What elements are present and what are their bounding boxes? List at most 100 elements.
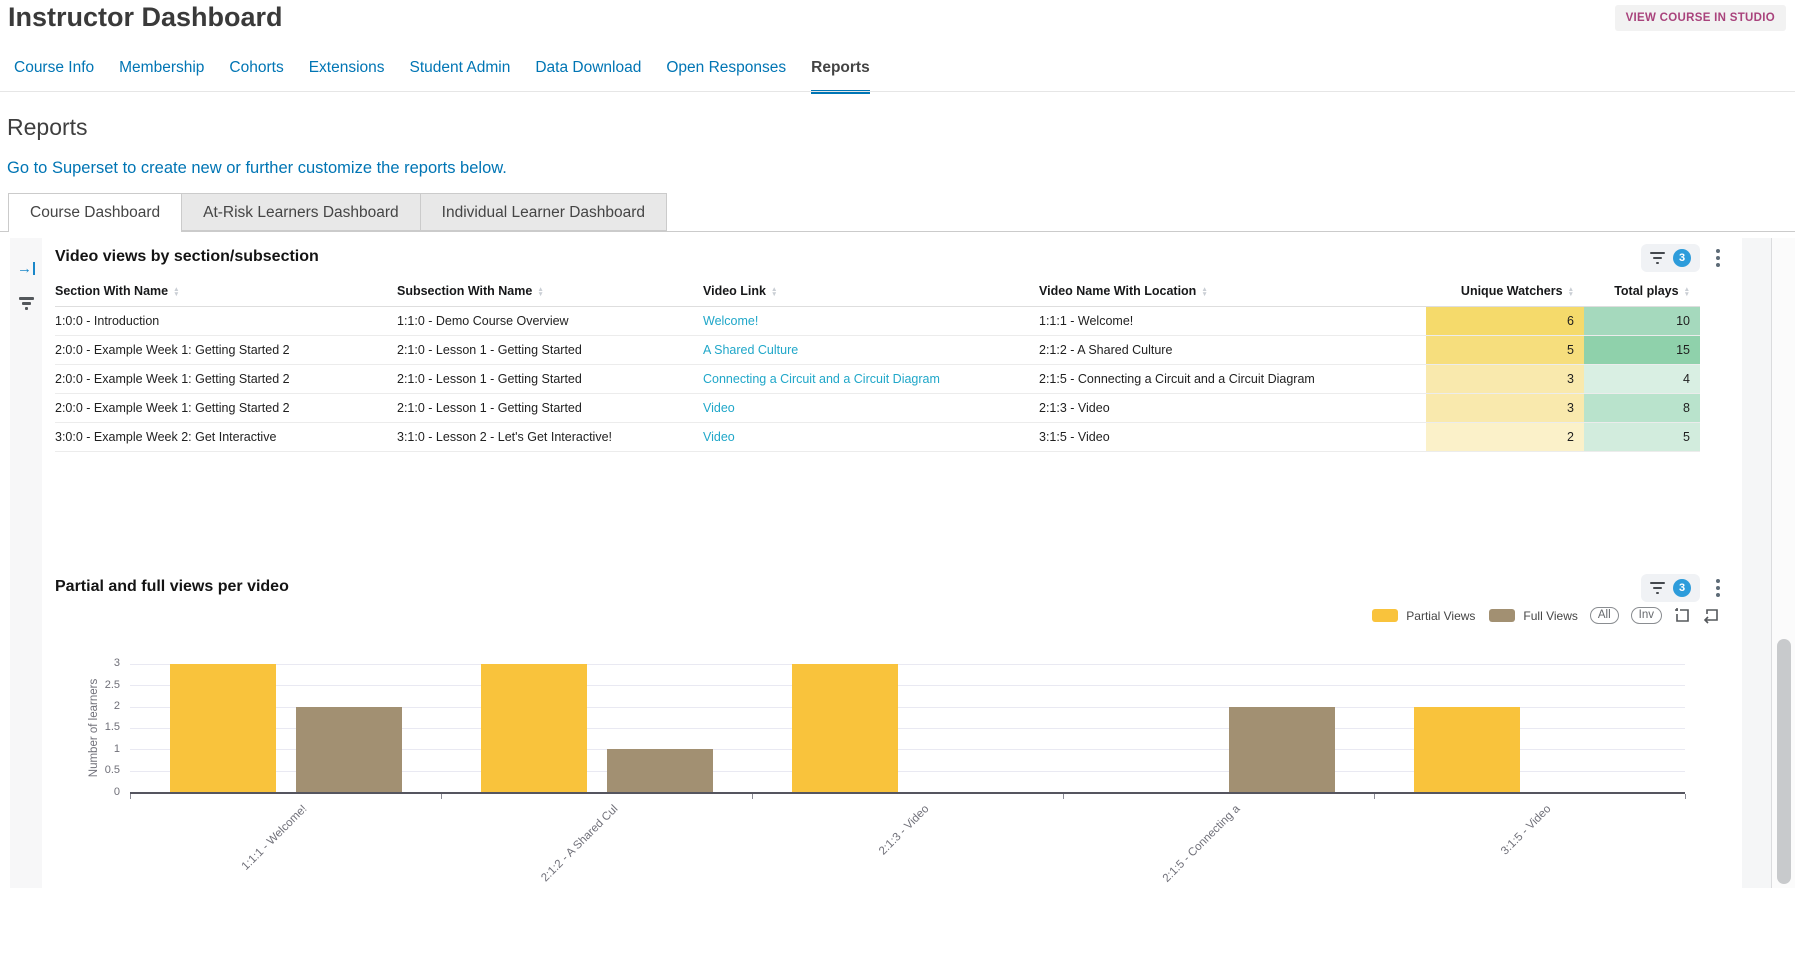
y-axis-label: Number of learners <box>88 679 100 777</box>
section-cell: 3:0:0 - Example Week 2: Get Interactive <box>55 423 397 452</box>
total-plays-cell: 5 <box>1584 423 1700 452</box>
gridline <box>130 685 1685 686</box>
legend-all-button[interactable]: All <box>1590 607 1619 624</box>
video-link[interactable]: Welcome! <box>703 314 758 328</box>
gridline <box>130 664 1685 665</box>
nav-tab-reports[interactable]: Reports <box>811 59 870 94</box>
table-row: 2:0:0 - Example Week 1: Getting Started … <box>55 365 1700 394</box>
column-header-unique-watchers[interactable]: Unique Watchers <box>1426 276 1584 307</box>
tab-individual-learner-dashboard[interactable]: Individual Learner Dashboard <box>421 193 667 231</box>
video-link[interactable]: Connecting a Circuit and a Circuit Diagr… <box>703 372 940 386</box>
unique-watchers-cell: 3 <box>1426 394 1584 423</box>
nav-tab-cohorts[interactable]: Cohorts <box>229 59 283 94</box>
chart-legend: Partial Views Full Views All Inv <box>1372 607 1720 624</box>
table-row: 3:0:0 - Example Week 2: Get Interactive 3… <box>55 423 1700 452</box>
tab-at-risk-learners-dashboard[interactable]: At-Risk Learners Dashboard <box>182 193 421 231</box>
video-link-cell: Connecting a Circuit and a Circuit Diagr… <box>703 365 1039 394</box>
column-header-subsection-with-name[interactable]: Subsection With Name <box>397 276 703 307</box>
table-row: 2:0:0 - Example Week 1: Getting Started … <box>55 394 1700 423</box>
section-cell: 2:0:0 - Example Week 1: Getting Started … <box>55 394 397 423</box>
video-link-cell: A Shared Culture <box>703 336 1039 365</box>
x-axis-category-label: 2:1:5 - Connecting a <box>1071 803 1242 974</box>
column-header-video-link[interactable]: Video Link <box>703 276 1039 307</box>
total-plays-cell: 15 <box>1584 336 1700 365</box>
bar-partial-views-3-1-5-video <box>1414 707 1520 792</box>
legend-item-full-views[interactable]: Full Views <box>1489 609 1577 623</box>
funnel-icon[interactable] <box>19 297 34 310</box>
sort-icon[interactable] <box>771 287 777 297</box>
video-name-cell: 2:1:2 - A Shared Culture <box>1039 336 1426 365</box>
legend-swatch <box>1489 609 1515 622</box>
video-link-cell: Welcome! <box>703 307 1039 336</box>
nav-tab-membership[interactable]: Membership <box>119 59 204 94</box>
table-row: 1:0:0 - Introduction1:1:0 - Demo Course … <box>55 307 1700 336</box>
x-axis-category-label: 2:1:2 - A Shared Cul <box>449 803 620 974</box>
table-row: 2:0:0 - Example Week 1: Getting Started … <box>55 336 1700 365</box>
section-cell: 1:0:0 - Introduction <box>55 307 397 336</box>
nav-divider <box>0 91 1795 92</box>
x-axis-line <box>130 792 1685 794</box>
legend-label: Full Views <box>1523 609 1577 623</box>
tab-course-dashboard[interactable]: Course Dashboard <box>8 193 182 231</box>
reports-heading: Reports <box>7 114 88 141</box>
restore-icon[interactable] <box>1703 607 1720 624</box>
video-name-cell: 1:1:1 - Welcome! <box>1039 307 1426 336</box>
video-link[interactable]: A Shared Culture <box>703 343 798 357</box>
applied-filters-chip[interactable]: 3 <box>1641 244 1700 272</box>
nav-tab-open-responses[interactable]: Open Responses <box>666 59 786 94</box>
applied-filters-chip[interactable]: 3 <box>1641 574 1700 602</box>
bar-full-views-1-1-1-welcome <box>296 707 402 792</box>
column-header-video-name-with-location[interactable]: Video Name With Location <box>1039 276 1426 307</box>
column-label: Video Name With Location <box>1039 284 1196 298</box>
subsection-cell: 2:1:0 - Lesson 1 - Getting Started <box>397 394 703 423</box>
nav-tab-extensions[interactable]: Extensions <box>309 59 385 94</box>
column-header-section-with-name[interactable]: Section With Name <box>55 276 397 307</box>
kebab-menu-icon[interactable] <box>1714 577 1722 599</box>
superset-link[interactable]: Go to Superset to create new or further … <box>7 159 507 178</box>
sort-icon[interactable] <box>173 287 179 297</box>
legend-item-partial-views[interactable]: Partial Views <box>1372 609 1475 623</box>
zoom-select-icon[interactable] <box>1674 607 1691 624</box>
video-link[interactable]: Video <box>703 430 735 444</box>
filter-sidebar <box>10 238 42 888</box>
nav-tab-course-info[interactable]: Course Info <box>14 59 94 94</box>
video-link-cell: Video <box>703 423 1039 452</box>
kebab-menu-icon[interactable] <box>1714 247 1722 269</box>
video-name-cell: 3:1:5 - Video <box>1039 423 1426 452</box>
panel-title: Partial and full views per video <box>55 578 289 596</box>
x-axis-category-label: 3:1:5 - Video <box>1382 803 1553 974</box>
column-label: Section With Name <box>55 284 168 298</box>
unique-watchers-cell: 3 <box>1426 365 1584 394</box>
subsection-cell: 2:1:0 - Lesson 1 - Getting Started <box>397 365 703 394</box>
column-header-total-plays[interactable]: Total plays <box>1584 276 1700 307</box>
view-course-in-studio-button[interactable]: VIEW COURSE IN STUDIO <box>1615 5 1786 31</box>
unique-watchers-cell: 2 <box>1426 423 1584 452</box>
legend-inv-button[interactable]: Inv <box>1631 607 1662 624</box>
total-plays-cell: 10 <box>1584 307 1700 336</box>
sort-icon[interactable] <box>1201 287 1207 297</box>
total-plays-cell: 4 <box>1584 365 1700 394</box>
video-link-cell: Video <box>703 394 1039 423</box>
dashboard-right-gutter <box>1742 238 1772 888</box>
filter-count-badge: 3 <box>1673 249 1691 267</box>
bar-chart: 00.511.522.53Number of learners1:1:1 - W… <box>42 633 1742 893</box>
sort-icon[interactable] <box>1568 287 1574 297</box>
sort-icon[interactable] <box>1684 287 1690 297</box>
page-title: Instructor Dashboard <box>8 2 283 33</box>
dashboard-tabs: Course DashboardAt-Risk Learners Dashboa… <box>8 193 667 231</box>
panel-title: Video views by section/subsection <box>55 248 319 266</box>
column-label: Unique Watchers <box>1461 284 1563 298</box>
section-cell: 2:0:0 - Example Week 1: Getting Started … <box>55 336 397 365</box>
bar-partial-views-1-1-1-welcome <box>170 664 276 792</box>
table-header: Section With NameSubsection With NameVid… <box>55 276 1700 307</box>
x-axis-tick <box>1063 794 1064 799</box>
nav-tab-student-admin[interactable]: Student Admin <box>410 59 511 94</box>
scrollbar-track[interactable] <box>1772 238 1795 888</box>
sort-icon[interactable] <box>537 287 543 297</box>
x-axis-tick <box>752 794 753 799</box>
expand-filters-icon[interactable] <box>17 262 35 275</box>
views-chart-panel: Partial and full views per video 3 Parti… <box>42 573 1742 898</box>
nav-tab-data-download[interactable]: Data Download <box>535 59 641 94</box>
scrollbar-thumb[interactable] <box>1777 639 1791 884</box>
video-link[interactable]: Video <box>703 401 735 415</box>
